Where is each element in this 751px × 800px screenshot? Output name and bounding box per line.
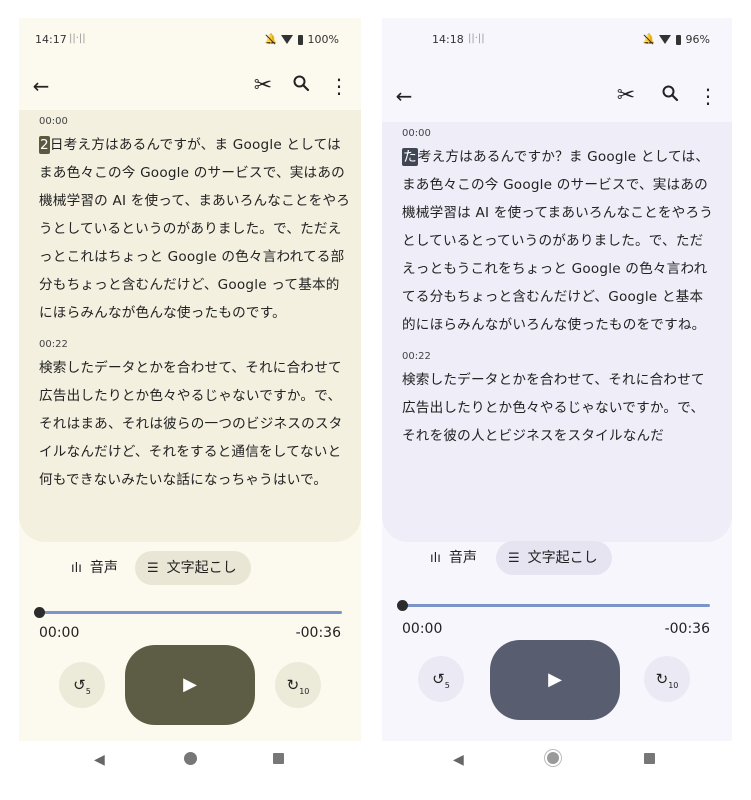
wifi-icon [658, 35, 671, 44]
battery-icon [675, 34, 681, 45]
top-app-bar: ← ✂ ⋮ [19, 66, 361, 106]
play-icon: ▶ [183, 674, 197, 695]
forward-10-button[interactable]: ↻10 [644, 656, 690, 702]
play-button[interactable]: ▶ [490, 640, 620, 720]
play-icon: ▶ [548, 669, 562, 690]
notes-icon: ☰ [147, 561, 159, 576]
tab-audio[interactable]: ılı 音声 [418, 541, 491, 575]
battery-level: 96% [685, 33, 710, 46]
replay-5-icon: ↺5 [73, 676, 91, 696]
scissors-icon[interactable]: ✂ [614, 84, 638, 108]
play-button[interactable]: ▶ [125, 645, 255, 725]
segment-timestamp[interactable]: 00:00 [39, 116, 353, 127]
status-bar: 14:17 ||·|| 🔔 100% [19, 18, 361, 58]
tab-audio-label: 音声 [89, 560, 118, 576]
vibrate-icon: ||·|| [468, 33, 485, 44]
transcript-card[interactable]: 00:00 た考え方はあるんですか？ま Google としては、まあ色々この今 … [382, 122, 732, 542]
elapsed-time: 00:00 [402, 621, 443, 637]
nav-home-icon[interactable] [184, 752, 197, 769]
forward-10-icon: ↻10 [655, 670, 679, 690]
tab-transcript[interactable]: ☰ 文字起こし [135, 551, 251, 585]
nav-home-icon[interactable] [547, 752, 559, 768]
seek-track[interactable] [401, 604, 710, 607]
wifi-icon [280, 35, 293, 44]
seek-bar[interactable] [397, 599, 710, 611]
seek-thumb[interactable] [397, 600, 408, 611]
segment-timestamp[interactable]: 00:22 [39, 339, 353, 350]
vibrate-icon: ||·|| [69, 33, 86, 44]
replay-5-icon: ↺5 [432, 670, 450, 690]
current-word-highlight[interactable]: た [402, 148, 418, 166]
rewind-5-button[interactable]: ↺5 [59, 662, 105, 708]
elapsed-time: 00:00 [39, 625, 80, 641]
status-bar: 14:18 ||·|| 🔔 96% [382, 18, 732, 58]
nav-back-icon[interactable]: ◀ [453, 752, 464, 768]
segment-text: 検索したデータとかを合わせて、それに合わせて広告出したりとか色々やるじゃないです… [39, 360, 343, 488]
forward-10-icon: ↻10 [286, 676, 310, 696]
current-word-highlight[interactable]: 2 [39, 136, 50, 154]
tab-transcript[interactable]: ☰ 文字起こし [496, 541, 612, 575]
segment-timestamp[interactable]: 00:22 [402, 351, 716, 362]
segment-text: 検索したデータとかを合わせて、それに合わせて広告出したりとか色々やるじゃないです… [402, 372, 705, 444]
battery-level: 100% [307, 33, 339, 46]
segment-text: 日考え方はあるんですが、ま Google としてはまあ色々この今 Google … [39, 137, 351, 321]
seek-track[interactable] [38, 611, 342, 614]
bell-off-icon: 🔔 [642, 34, 655, 45]
waveform-icon: ılı [430, 551, 441, 566]
seek-thumb[interactable] [34, 607, 45, 618]
phone-screen-right: 14:18 ||·|| 🔔 96% ← ✂ ⋮ 00:00 た考え方はあるんです… [382, 18, 732, 741]
phone-screen-left: 14:17 ||·|| 🔔 100% ← ✂ ⋮ 00:00 2日考え方はあるん… [19, 18, 361, 741]
tab-transcript-label: 文字起こし [527, 550, 598, 566]
status-time: 14:18 [432, 33, 464, 46]
scissors-icon[interactable]: ✂ [251, 74, 275, 98]
system-nav-bar-left: ◀ [19, 745, 361, 779]
segment-text: 考え方はあるんですか？ま Google としては、まあ色々この今 Google … [402, 149, 714, 333]
scroll-fade [382, 520, 732, 542]
nav-recents-icon[interactable] [644, 752, 655, 768]
top-app-bar: ← ✂ ⋮ [382, 76, 732, 116]
system-nav-bar-right: ◀ [382, 745, 732, 779]
search-icon[interactable] [658, 84, 682, 108]
status-time: 14:17 [35, 33, 67, 46]
nav-recents-icon[interactable] [273, 752, 284, 768]
transcript-segment: 00:22 検索したデータとかを合わせて、それに合わせて広告出したりとか色々やる… [39, 339, 353, 494]
transcript-segment: 00:00 た考え方はあるんですか？ま Google としては、まあ色々この今 … [402, 128, 716, 339]
transcript-segment: 00:00 2日考え方はあるんですが、ま Google としてはまあ色々この今 … [39, 116, 353, 327]
transcript-card[interactable]: 00:00 2日考え方はあるんですが、ま Google としてはまあ色々この今 … [19, 110, 361, 542]
nav-back-icon[interactable]: ◀ [94, 752, 105, 768]
tab-transcript-label: 文字起こし [166, 560, 237, 576]
remaining-time: -00:36 [664, 621, 710, 637]
more-vert-icon[interactable]: ⋮ [696, 84, 720, 108]
segment-timestamp[interactable]: 00:00 [402, 128, 716, 139]
transcript-segment: 00:22 検索したデータとかを合わせて、それに合わせて広告出したりとか色々やる… [402, 351, 716, 450]
search-icon[interactable] [289, 74, 313, 98]
view-toggle: ılı 音声 ☰ 文字起こし [19, 551, 361, 585]
arrow-left-icon[interactable]: ← [29, 74, 53, 98]
remaining-time: -00:36 [295, 625, 341, 641]
forward-10-button[interactable]: ↻10 [275, 662, 321, 708]
more-vert-icon[interactable]: ⋮ [327, 74, 351, 98]
bell-off-icon: 🔔 [264, 34, 277, 45]
waveform-icon: ılı [71, 561, 82, 576]
tab-audio-label: 音声 [448, 550, 477, 566]
notes-icon: ☰ [508, 551, 520, 566]
rewind-5-button[interactable]: ↺5 [418, 656, 464, 702]
battery-icon [297, 34, 303, 45]
tab-audio[interactable]: ılı 音声 [59, 551, 132, 585]
seek-bar[interactable] [34, 606, 342, 618]
view-toggle: ılı 音声 ☰ 文字起こし [382, 541, 732, 575]
arrow-left-icon[interactable]: ← [392, 84, 416, 108]
